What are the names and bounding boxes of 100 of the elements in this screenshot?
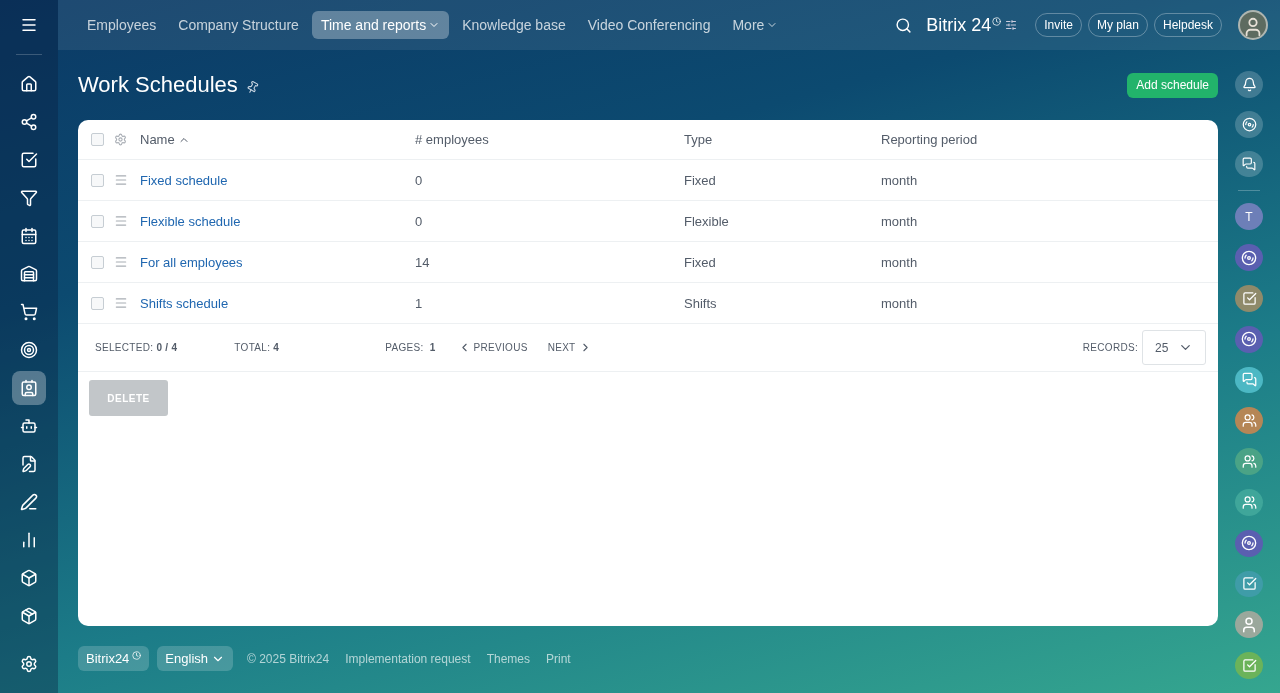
schedule-link[interactable]: Flexible schedule: [140, 214, 241, 229]
robot-icon: [20, 417, 38, 435]
swirl-icon: [1241, 116, 1257, 132]
clock-icon: [132, 651, 142, 660]
search-icon[interactable]: [895, 16, 913, 34]
cart-icon: [20, 303, 38, 321]
checkbox[interactable]: [91, 296, 104, 310]
rail-avatar[interactable]: [1235, 570, 1263, 598]
rail-avatar[interactable]: [1235, 448, 1263, 475]
chat-icon: [1241, 372, 1257, 388]
records-select[interactable]: 25: [1142, 330, 1206, 365]
drag-handle-icon[interactable]: [114, 296, 128, 310]
column-header[interactable]: Reporting period: [881, 132, 1218, 147]
group-icon: [1241, 413, 1257, 429]
rail-avatar[interactable]: [1235, 652, 1263, 679]
box-icon: [20, 569, 38, 587]
sliders-icon[interactable]: [1005, 19, 1018, 31]
total-count: TOTAL: 4: [234, 342, 280, 353]
previous-link[interactable]: PREVIOUS: [457, 341, 528, 354]
swirl-icon: [1241, 249, 1257, 266]
table-cell-text: 1: [415, 295, 424, 311]
package-icon: [20, 607, 38, 625]
checkbox[interactable]: [91, 255, 104, 269]
rail-avatar[interactable]: [1235, 488, 1263, 516]
rail-letter: T: [1245, 209, 1253, 224]
column-header[interactable]: Name: [140, 132, 415, 147]
rail-avatar[interactable]: [1235, 284, 1263, 312]
rail-avatar[interactable]: [1235, 325, 1263, 353]
table-cell-text: Shifts: [684, 295, 718, 311]
brand-button[interactable]: Bitrix24: [78, 646, 150, 671]
person-icon: [1240, 615, 1258, 634]
rail-avatar[interactable]: [1235, 366, 1263, 394]
next-link[interactable]: NEXT: [547, 341, 592, 354]
warehouse-icon: [20, 265, 38, 283]
column-header[interactable]: Type: [684, 132, 881, 147]
checkbox[interactable]: [91, 133, 104, 146]
page-title: Work Schedules: [78, 72, 238, 98]
nav-tab[interactable]: Employees: [78, 11, 166, 39]
rail-avatar[interactable]: T: [1235, 203, 1263, 231]
rail-avatar[interactable]: [1235, 407, 1263, 435]
rail-avatar[interactable]: [1235, 529, 1263, 557]
selected-count: SELECTED: 0 / 4: [95, 342, 178, 353]
checkbox-icon: [20, 151, 38, 169]
checkbox-icon: [1241, 576, 1257, 592]
bar-chart-icon: [20, 531, 38, 549]
rail-avatar[interactable]: [1235, 611, 1263, 639]
nav-tab[interactable]: More: [723, 11, 788, 39]
swirl-icon: [1241, 535, 1257, 552]
table-cell-text: Fixed: [684, 172, 717, 188]
chat-button[interactable]: [1235, 150, 1263, 178]
records-label: RECORDS:: [1082, 342, 1138, 353]
table-cell-text: 0: [415, 213, 424, 229]
table-cell-text: month: [881, 295, 919, 311]
nav-tab[interactable]: Video Conferencing: [578, 11, 720, 39]
nav-tab[interactable]: Company Structure: [169, 11, 308, 39]
language-select[interactable]: English: [157, 646, 233, 671]
funnel-icon: [20, 189, 38, 207]
settings-icon: [20, 655, 38, 673]
drag-handle-icon[interactable]: [114, 255, 128, 269]
notifications-button[interactable]: [1235, 71, 1263, 98]
drag-handle-icon[interactable]: [114, 173, 128, 187]
table-cell-text: Flexible: [684, 213, 730, 229]
table-cell-text: 14: [415, 254, 431, 270]
table-cell-text: month: [881, 172, 919, 188]
column-header[interactable]: # employees: [415, 132, 684, 147]
home-icon: [20, 75, 38, 93]
group-icon: [1241, 454, 1257, 469]
copyright-text: © 2025 Bitrix24: [247, 651, 330, 666]
pen-icon: [20, 493, 38, 511]
swirl-button[interactable]: [1235, 110, 1263, 138]
sidebar-item[interactable]: [12, 371, 46, 405]
checkbox[interactable]: [91, 214, 104, 228]
group-icon: [1241, 494, 1257, 510]
nav-tab[interactable]: Time and reports: [311, 11, 450, 39]
clock-icon: [992, 17, 1002, 26]
calendar-icon: [20, 227, 38, 245]
schedule-link[interactable]: Fixed schedule: [140, 173, 228, 188]
document-edit-icon: [20, 455, 38, 473]
bell-icon: [1241, 76, 1257, 92]
checkbox[interactable]: [91, 173, 104, 187]
checkbox-icon: [1241, 658, 1257, 673]
table-cell-text: Fixed: [684, 254, 717, 270]
target-icon: [20, 341, 38, 359]
rail-avatar[interactable]: [1235, 244, 1263, 271]
id-card-icon: [20, 379, 38, 397]
avatar[interactable]: [1238, 10, 1268, 40]
nodes-icon: [20, 113, 38, 131]
checkbox-icon: [1241, 290, 1257, 306]
pages-count: PAGES: 1: [385, 342, 436, 353]
logo: Bitrix 24: [926, 14, 992, 36]
table-cell-text: month: [881, 213, 919, 229]
table-cell-text: 0: [415, 172, 424, 188]
schedule-link[interactable]: For all employees: [140, 255, 243, 270]
menu-icon: [20, 16, 38, 34]
schedule-link[interactable]: Shifts schedule: [140, 296, 229, 311]
chat-icon: [1242, 157, 1256, 171]
swirl-icon: [1241, 331, 1257, 348]
drag-handle-icon[interactable]: [114, 214, 128, 228]
nav-tab[interactable]: Knowledge base: [453, 11, 575, 39]
table-cell-text: month: [881, 254, 919, 270]
